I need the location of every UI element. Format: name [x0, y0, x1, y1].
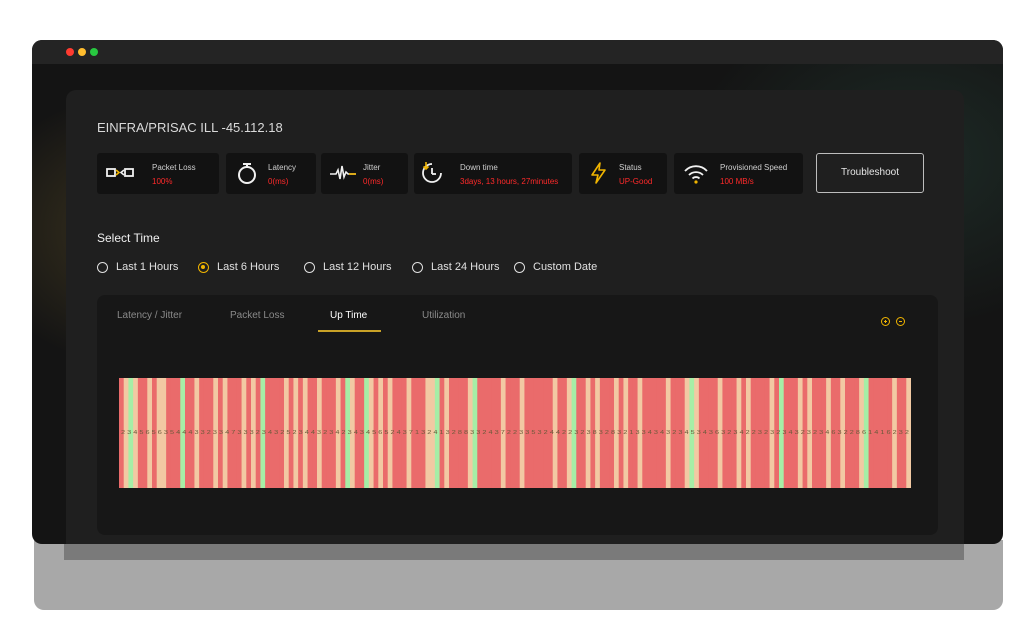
radio-circle[interactable] — [97, 262, 108, 273]
radio-label: Last 1 Hours — [116, 261, 179, 273]
radio-circle[interactable] — [198, 262, 209, 273]
metric-latency: Latency 0(ms) — [226, 153, 316, 194]
metric-value: 100% — [152, 177, 173, 186]
uptime-chart: 2 3 4 5 6 5 6 3 5 4 4 4 3 3 2 3 3 4 7 3 … — [119, 378, 911, 488]
wifi-icon — [682, 161, 708, 185]
minimize-window-icon[interactable] — [78, 48, 86, 56]
metric-status: Status UP-Good — [579, 153, 667, 194]
radio-label: Last 24 Hours — [431, 261, 500, 273]
device-panel: EINFRA/PRISAC ILL -45.112.18 Packet Loss… — [66, 90, 964, 544]
metric-jitter: Jitter 0(ms) — [321, 153, 408, 194]
window-titlebar — [32, 40, 1003, 64]
zoom-in-icon[interactable] — [881, 317, 890, 326]
metric-down-time: Down time 3days, 13 hours, 27minutes — [414, 153, 572, 194]
active-tab-indicator — [318, 330, 381, 332]
tab-packet-loss[interactable]: Packet Loss — [230, 310, 284, 321]
metric-label: Jitter — [363, 163, 381, 172]
metric-label: Provisioned Speed — [720, 163, 788, 172]
chart-card: Latency / Jitter Packet Loss Up Time Uti… — [97, 295, 938, 535]
tab-latency-jitter[interactable]: Latency / Jitter — [117, 310, 182, 321]
troubleshoot-button[interactable]: Troubleshoot — [816, 153, 924, 193]
app-window: EINFRA/PRISAC ILL -45.112.18 Packet Loss… — [32, 40, 1003, 544]
metric-label: Status — [619, 163, 642, 172]
radio-circle[interactable] — [304, 262, 315, 273]
metric-packet-loss: Packet Loss 100% — [97, 153, 219, 194]
device-title: EINFRA/PRISAC ILL -45.112.18 — [97, 120, 283, 135]
select-time-heading: Select Time — [97, 231, 160, 245]
packet-loss-icon — [106, 161, 134, 185]
radio-label: Last 12 Hours — [323, 261, 392, 273]
metric-label: Down time — [460, 163, 498, 172]
pulse-icon — [329, 161, 356, 185]
lightning-icon — [587, 161, 613, 185]
clock-down-icon — [421, 161, 447, 185]
tab-utilization[interactable]: Utilization — [422, 310, 465, 321]
metric-value: 0(ms) — [268, 177, 289, 186]
metric-label: Latency — [268, 163, 297, 172]
maximize-window-icon[interactable] — [90, 48, 98, 56]
close-window-icon[interactable] — [66, 48, 74, 56]
uptime-segment-labels: 2 3 4 5 6 5 6 3 5 4 4 4 3 3 2 3 3 4 7 3 … — [121, 430, 909, 436]
radio-circle[interactable] — [514, 262, 525, 273]
stopwatch-icon — [235, 161, 261, 185]
metric-label: Packet Loss — [152, 163, 196, 172]
metric-value: 100 MB/s — [720, 177, 754, 186]
metric-value: UP-Good — [619, 177, 653, 186]
radio-circle[interactable] — [412, 262, 423, 273]
metric-value: 0(ms) — [363, 177, 384, 186]
metric-provisioned-speed: Provisioned Speed 100 MB/s — [674, 153, 803, 194]
radio-label: Last 6 Hours — [217, 261, 280, 273]
zoom-out-icon[interactable] — [896, 317, 905, 326]
tab-up-time[interactable]: Up Time — [330, 310, 367, 321]
radio-label: Custom Date — [533, 261, 598, 273]
metric-value: 3days, 13 hours, 27minutes — [460, 177, 559, 186]
